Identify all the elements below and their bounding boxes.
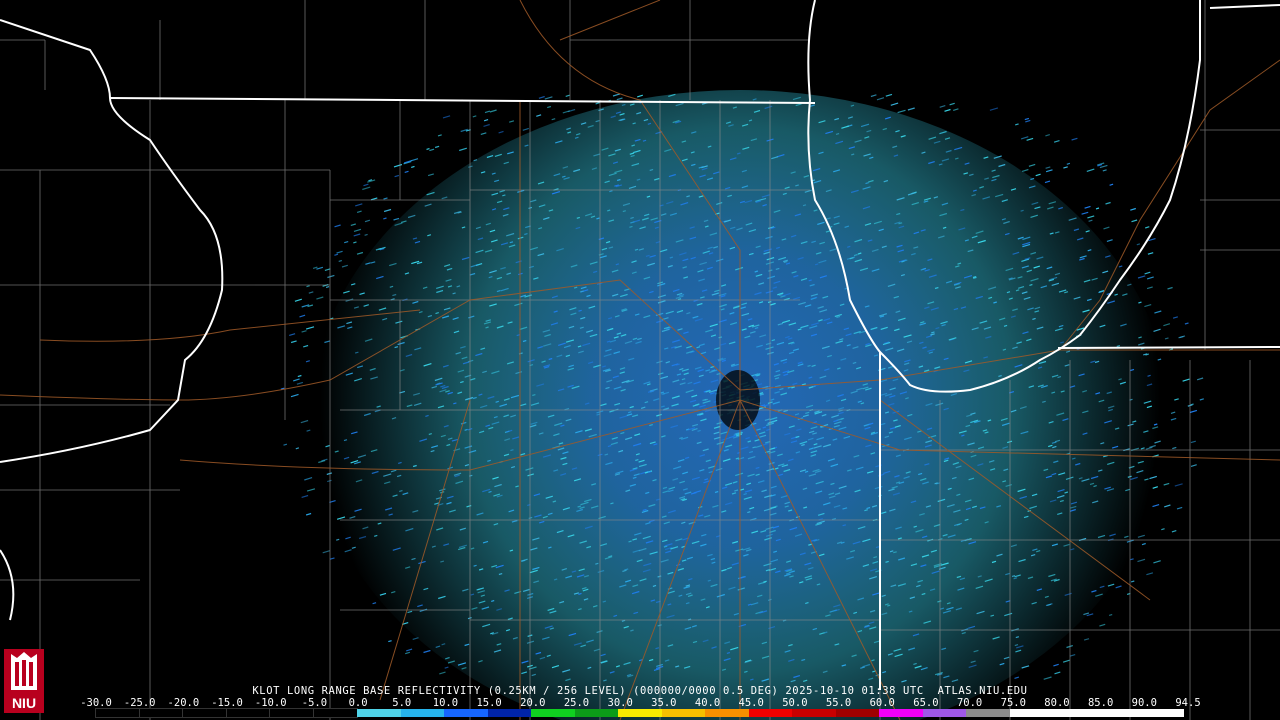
colorbar-swatch bbox=[182, 708, 228, 718]
colorbar-tick: 70.0 bbox=[956, 697, 983, 709]
colorbar-tick: -30.0 bbox=[80, 697, 112, 709]
colorbar-swatch bbox=[357, 709, 401, 717]
colorbar-tick: 75.0 bbox=[1000, 697, 1026, 709]
colorbar-tick: -5.0 bbox=[301, 697, 328, 709]
colorbar-tick: -25.0 bbox=[123, 697, 156, 709]
colorbar-swatch bbox=[312, 708, 359, 718]
colorbar-tick: 5.0 bbox=[392, 697, 412, 709]
colorbar-tick: -20.0 bbox=[167, 697, 200, 709]
colorbar-swatch bbox=[705, 709, 749, 717]
colorbar-tick: -10.0 bbox=[254, 697, 287, 709]
colorbar bbox=[95, 708, 1184, 718]
colorbar-swatch bbox=[444, 709, 488, 717]
colorbar-swatch bbox=[269, 708, 315, 718]
colorbar-tick: 25.0 bbox=[563, 697, 590, 709]
colorbar-tick-labels: -30.0 -25.0 -20.0 -15.0 -10.0 -5.0 0.0 5.0 10.0 1… bbox=[80, 697, 1200, 709]
radar-site-marker bbox=[716, 370, 760, 430]
colorbar-swatch bbox=[1140, 709, 1184, 717]
colorbar-swatch bbox=[487, 709, 532, 717]
niu-logo: NIU bbox=[4, 649, 44, 713]
colorbar-tick: 85.0 bbox=[1087, 697, 1114, 709]
colorbar-swatch bbox=[400, 709, 445, 717]
colorbar-swatch bbox=[574, 709, 619, 717]
colorbar-swatch bbox=[1096, 709, 1141, 717]
colorbar-swatch bbox=[922, 709, 967, 717]
colorbar-tick: -15.0 bbox=[211, 697, 243, 709]
colorbar-swatch bbox=[966, 709, 1010, 717]
colorbar-swatch bbox=[95, 708, 141, 718]
colorbar-tick: 65.0 bbox=[913, 697, 939, 709]
colorbar-swatch bbox=[618, 709, 662, 717]
radar-map bbox=[0, 0, 1280, 720]
colorbar-tick: 15.0 bbox=[476, 697, 502, 709]
colorbar-swatch bbox=[1053, 709, 1097, 717]
colorbar-tick: 45.0 bbox=[738, 697, 764, 709]
colorbar-tick: 30.0 bbox=[607, 697, 633, 709]
colorbar-tick: 80.0 bbox=[1044, 697, 1070, 709]
colorbar-swatch bbox=[792, 709, 836, 717]
colorbar-tick: 10.0 bbox=[432, 697, 459, 709]
svg-text:NIU: NIU bbox=[12, 695, 36, 711]
colorbar-swatch bbox=[138, 708, 185, 718]
colorbar-tick: 60.0 bbox=[869, 697, 895, 709]
colorbar-tick: 90.0 bbox=[1131, 697, 1157, 709]
colorbar-tick: 20.0 bbox=[520, 697, 546, 709]
colorbar-tick: 35.0 bbox=[651, 697, 677, 709]
colorbar-swatch bbox=[748, 709, 793, 717]
colorbar-swatch bbox=[531, 709, 575, 717]
colorbar-swatch bbox=[879, 709, 923, 717]
colorbar-swatch bbox=[835, 709, 880, 717]
colorbar-tick: 40.0 bbox=[694, 697, 721, 709]
colorbar-tick: 94.5 bbox=[1175, 697, 1201, 709]
colorbar-swatch bbox=[661, 709, 706, 717]
colorbar-swatch bbox=[225, 708, 272, 718]
colorbar-tick: 55.0 bbox=[825, 697, 852, 709]
product-caption: KLOT LONG RANGE BASE REFLECTIVITY (0.25K… bbox=[252, 685, 1028, 697]
colorbar-tick: 0.0 bbox=[348, 697, 368, 709]
colorbar-swatch bbox=[1009, 709, 1054, 717]
colorbar-tick: 50.0 bbox=[782, 697, 808, 709]
